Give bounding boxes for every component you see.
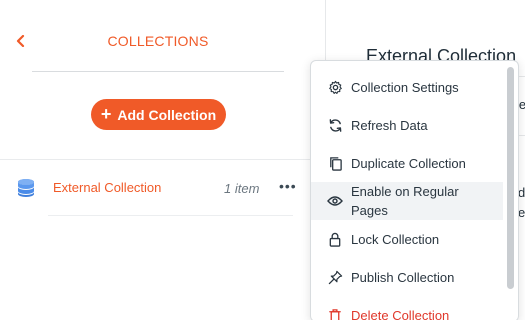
collection-name: External Collection [53, 180, 162, 195]
menu-item-refresh-data[interactable]: Refresh Data [311, 107, 503, 144]
detail-text-fragment: e [518, 205, 525, 220]
menu-item-label: Lock Collection [351, 232, 440, 247]
menu-item-publish-collection[interactable]: Publish Collection [311, 259, 503, 296]
trash-icon [327, 308, 343, 320]
gear-icon [327, 80, 343, 96]
plus-icon: + [100, 103, 112, 124]
sidebar-title: COLLECTIONS [107, 33, 209, 49]
database-icon [18, 179, 34, 197]
back-button[interactable] [12, 32, 30, 50]
row-divider [48, 215, 293, 216]
menu-item-label: Publish Collection [351, 270, 455, 285]
collections-sidebar: COLLECTIONS + Add Collection External Co… [0, 0, 326, 320]
duplicate-icon [327, 156, 343, 172]
more-horizontal-icon[interactable]: ••• [279, 178, 299, 194]
menu-item-duplicate-collection[interactable]: Duplicate Collection [311, 145, 503, 182]
collection-item[interactable]: External Collection 1 item ••• [0, 160, 310, 216]
menu-item-delete-collection[interactable]: Delete Collection [311, 297, 503, 320]
menu-item-enable-on-regular-pages[interactable]: Enable on Regular Pages [311, 182, 503, 220]
pin-icon [327, 270, 343, 286]
menu-item-label: Refresh Data [351, 118, 428, 133]
refresh-icon [327, 118, 343, 134]
menu-scrollbar[interactable] [507, 67, 514, 289]
title-divider [32, 71, 284, 72]
collections-screen: COLLECTIONS + Add Collection External Co… [0, 0, 525, 320]
collection-item-count: 1 item [224, 181, 260, 196]
chevron-left-icon [16, 35, 25, 47]
lock-icon [327, 232, 343, 248]
menu-item-label: Collection Settings [351, 80, 459, 95]
eye-icon [327, 193, 343, 209]
collection-context-menu: Collection Settings Refresh Data Duplica… [310, 60, 519, 320]
add-collection-label: Add Collection [117, 106, 217, 123]
detail-text-fragment: d [518, 185, 525, 200]
menu-item-lock-collection[interactable]: Lock Collection [311, 221, 503, 258]
add-collection-button[interactable]: + Add Collection [91, 99, 226, 130]
menu-item-label: Delete Collection [351, 308, 450, 320]
menu-item-collection-settings[interactable]: Collection Settings [311, 69, 503, 106]
menu-item-label: Enable on Regular Pages [351, 184, 459, 218]
menu-item-label: Duplicate Collection [351, 156, 466, 171]
